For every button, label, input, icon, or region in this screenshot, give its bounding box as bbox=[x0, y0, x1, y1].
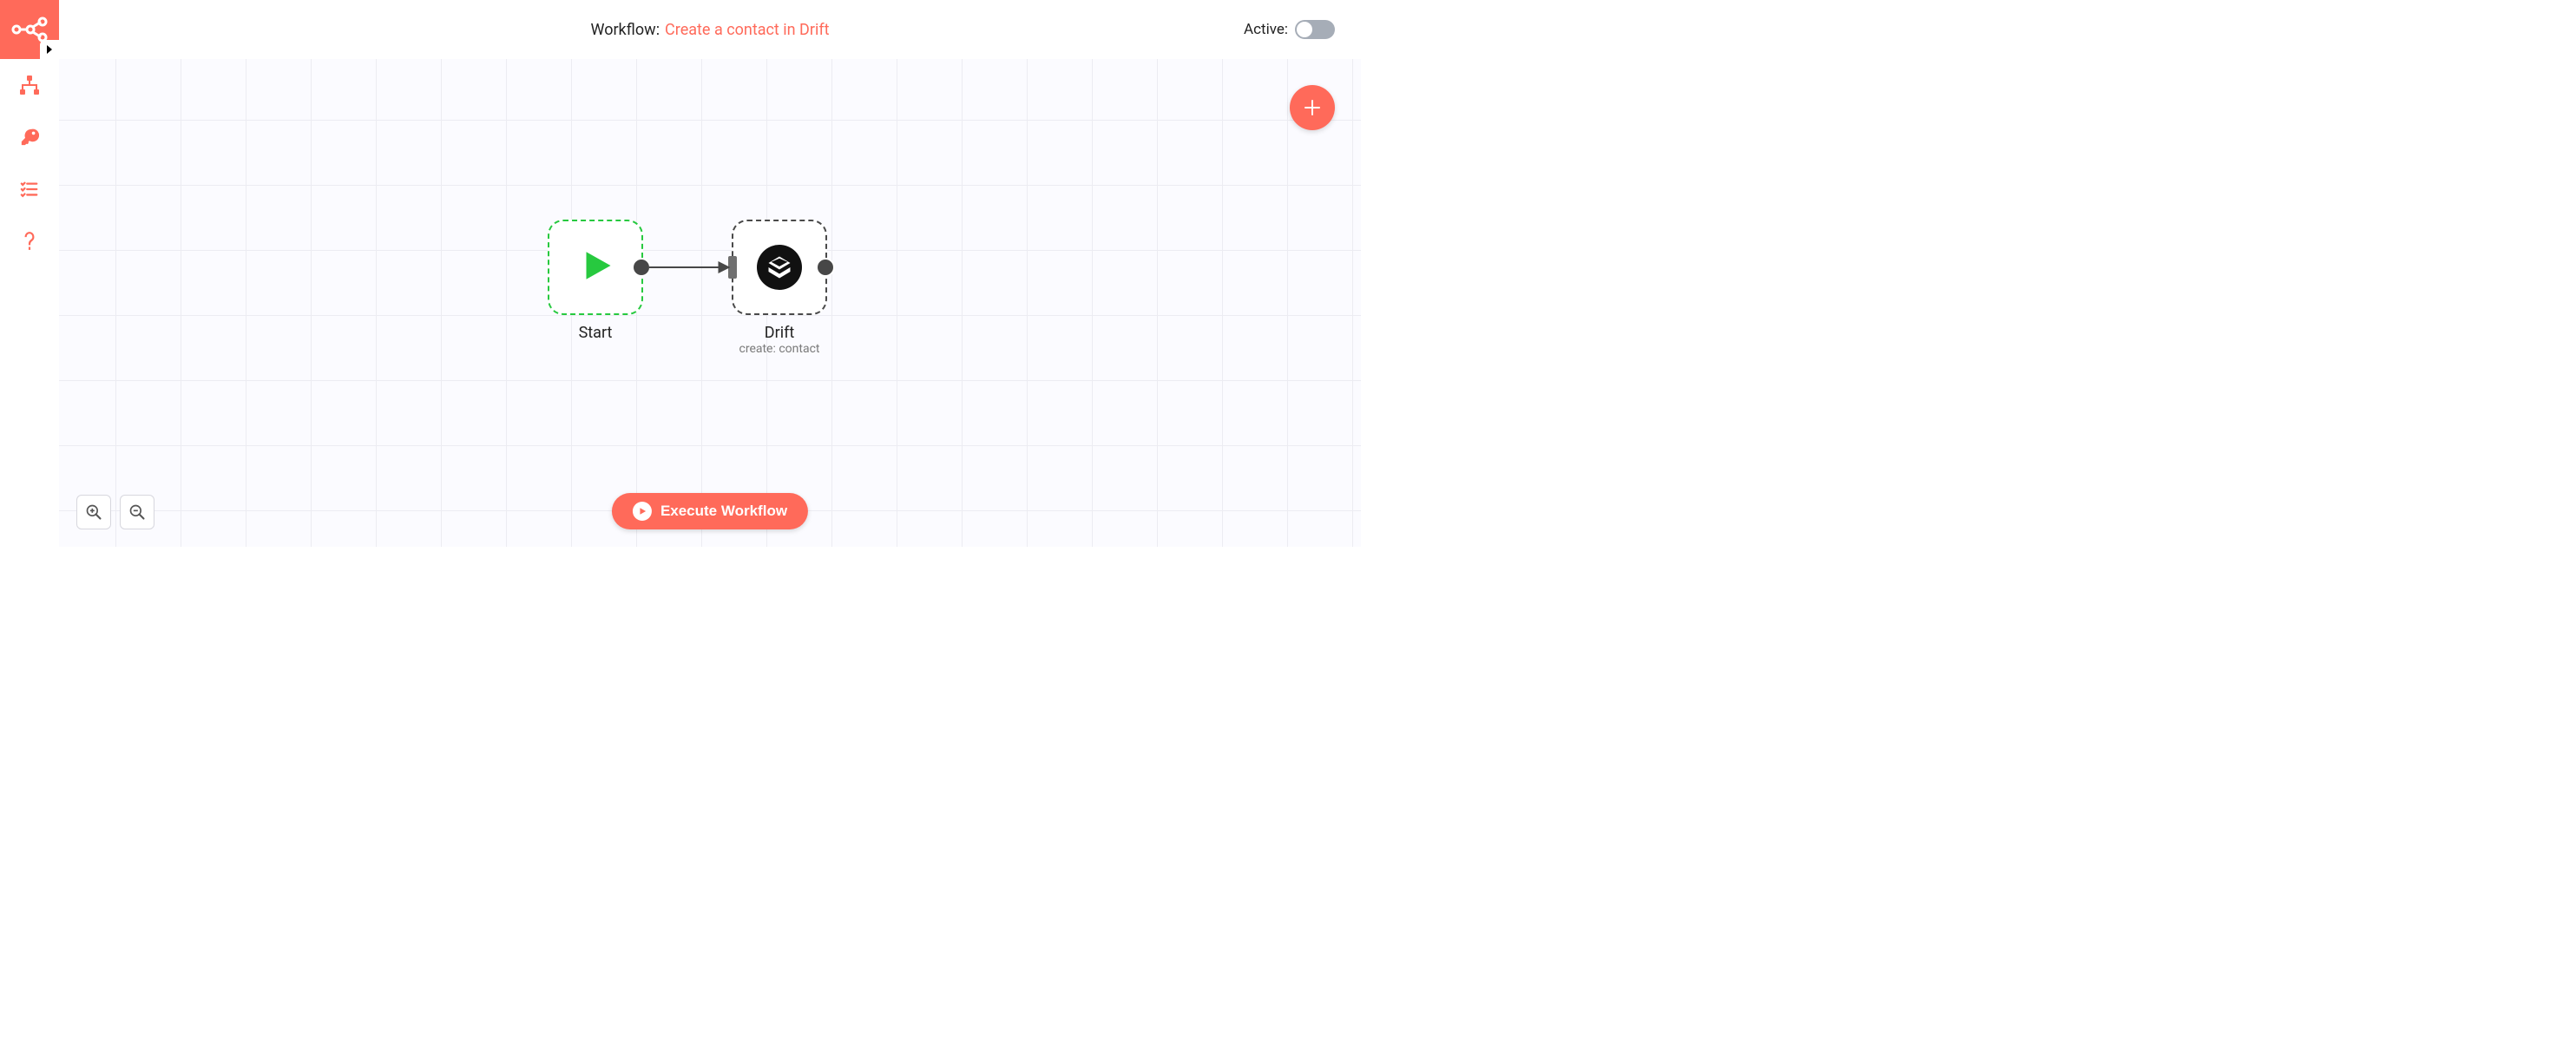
header: Workflow: Create a contact in Drift Acti… bbox=[59, 0, 1361, 59]
workflow-canvas[interactable]: Start Drift create: contact bbox=[59, 59, 1361, 547]
sitemap-icon bbox=[19, 75, 40, 95]
zoom-out-button[interactable] bbox=[120, 495, 154, 529]
active-label: Active: bbox=[1244, 21, 1288, 38]
plus-icon bbox=[1302, 97, 1323, 118]
active-toggle[interactable] bbox=[1295, 20, 1335, 39]
sidebar-item-executions[interactable] bbox=[0, 163, 59, 215]
sidebar bbox=[0, 0, 59, 547]
execute-workflow-button[interactable]: Execute Workflow bbox=[612, 493, 808, 529]
port-output[interactable] bbox=[632, 258, 651, 277]
zoom-in-icon bbox=[85, 503, 102, 521]
title-name: Create a contact in Drift bbox=[665, 21, 829, 39]
title-prefix: Workflow: bbox=[590, 21, 660, 39]
sidebar-item-workflows[interactable] bbox=[0, 59, 59, 111]
play-circle-icon bbox=[633, 502, 652, 521]
key-icon bbox=[20, 128, 39, 147]
expand-sidebar-button[interactable] bbox=[40, 40, 59, 59]
zoom-controls bbox=[76, 495, 154, 529]
active-toggle-wrap: Active: bbox=[1244, 20, 1335, 39]
toggle-knob bbox=[1297, 22, 1312, 37]
node-start-title: Start bbox=[548, 324, 643, 342]
node-drift-title: Drift bbox=[732, 324, 827, 342]
node-start[interactable]: Start bbox=[548, 220, 643, 342]
add-node-button[interactable] bbox=[1290, 85, 1335, 130]
zoom-in-button[interactable] bbox=[76, 495, 111, 529]
drift-icon bbox=[757, 245, 802, 290]
workflow-title[interactable]: Workflow: Create a contact in Drift bbox=[590, 21, 829, 39]
app-logo[interactable] bbox=[0, 0, 59, 59]
execute-button-label: Execute Workflow bbox=[660, 503, 787, 520]
play-icon bbox=[577, 247, 614, 287]
zoom-out-icon bbox=[128, 503, 146, 521]
sidebar-item-credentials[interactable] bbox=[0, 111, 59, 163]
list-check-icon bbox=[20, 180, 39, 199]
port-input[interactable] bbox=[728, 256, 737, 279]
edge-start-to-drift[interactable] bbox=[649, 257, 736, 278]
node-drift-sub: create: contact bbox=[732, 342, 827, 356]
port-output[interactable] bbox=[816, 258, 835, 277]
sidebar-item-help[interactable] bbox=[0, 215, 59, 267]
node-drift[interactable]: Drift create: contact bbox=[732, 220, 827, 356]
question-icon bbox=[22, 231, 37, 252]
